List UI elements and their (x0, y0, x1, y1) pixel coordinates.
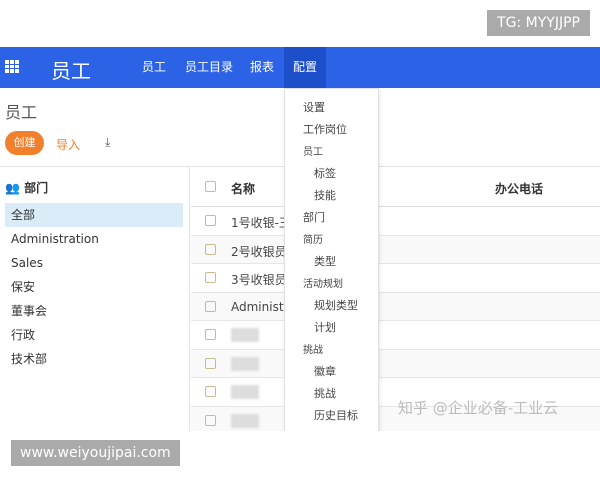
sidebar-item-all[interactable]: 全部 (5, 203, 183, 227)
row-checkbox[interactable] (205, 243, 216, 255)
employee-name (231, 413, 259, 431)
column-phone[interactable]: 办公电话 (495, 180, 543, 197)
menu-section-header: 员工 (303, 147, 323, 158)
employee-name (231, 385, 259, 402)
blurred-name (231, 328, 259, 342)
department-sidebar: 👥 部门 全部 Administration Sales 保安 董事会 行政 技… (0, 166, 190, 431)
row-checkbox[interactable] (205, 414, 216, 426)
table-header: 名称 办公电话 (191, 167, 600, 207)
table-row[interactable]: Administr (191, 292, 600, 321)
employee-table: 名称 办公电话 1号收银-王 2号收银员 3号收银员 Administr (191, 166, 600, 431)
sidebar-item-board[interactable]: 董事会 (5, 299, 183, 323)
row-checkbox[interactable] (205, 357, 216, 369)
users-icon: 👥 (5, 181, 20, 195)
nav-directory[interactable]: 员工目录 (185, 47, 233, 88)
table-row[interactable]: 1号收银-王 (191, 207, 600, 236)
blurred-name (231, 413, 259, 428)
sidebar-item-sales[interactable]: Sales (5, 251, 183, 275)
employee-name (231, 356, 259, 374)
tg-watermark: TG: MYYJJPP (487, 10, 590, 36)
sidebar-item-security[interactable]: 保安 (5, 275, 183, 299)
select-all-checkbox[interactable] (205, 181, 216, 192)
menu-item[interactable]: 挑战 (314, 385, 336, 401)
zhihu-watermark: 知乎 @企业必备-工业云 (398, 399, 559, 417)
menu-item[interactable]: 技能 (314, 187, 336, 203)
sidebar-item-administration[interactable]: Administration (5, 227, 183, 251)
employee-name: 3号收银员 (231, 273, 287, 287)
nav-reports[interactable]: 报表 (250, 47, 274, 88)
table-row[interactable]: 2号收银员 (191, 235, 600, 264)
menu-item[interactable]: 规划类型 (314, 297, 358, 313)
app-brand: 员工 (51, 59, 91, 83)
blurred-name (231, 385, 259, 399)
menu-section-header: 活动规划 (303, 279, 343, 290)
nav-employees[interactable]: 员工 (142, 47, 166, 88)
row-checkbox[interactable] (205, 300, 216, 312)
app: 员工 员工 员工目录 报表 配置 员工 创建 导入 ⤓ 👥 部门 全部 Admi… (0, 47, 600, 431)
create-button[interactable]: 创建 (5, 131, 44, 155)
import-button[interactable]: 导入 (56, 136, 80, 153)
menu-item[interactable]: 设置 (303, 99, 325, 115)
sidebar-header: 👥 部门 (5, 179, 48, 196)
row-checkbox[interactable] (205, 329, 216, 340)
employee-name: Administr (231, 299, 289, 314)
table-row[interactable] (191, 321, 600, 350)
page-title: 员工 (5, 103, 38, 122)
menu-section-header: 挑战 (303, 345, 323, 356)
sidebar-item-tech[interactable]: 技术部 (5, 347, 183, 371)
table-row[interactable]: 3号收银员 (191, 264, 600, 293)
download-icon[interactable]: ⤓ (105, 135, 110, 150)
menu-item[interactable]: 类型 (314, 253, 336, 269)
employee-name: 2号收银员 (231, 244, 287, 259)
column-name[interactable]: 名称 (231, 180, 255, 197)
menu-item[interactable]: 工作岗位 (303, 121, 347, 137)
menu-item[interactable]: 计划 (314, 319, 336, 335)
menu-section-header: 简历 (303, 235, 323, 246)
blurred-name (231, 356, 259, 371)
menu-item[interactable]: 徽章 (314, 363, 336, 379)
row-checkbox[interactable] (205, 386, 216, 397)
employee-name (231, 328, 259, 345)
row-checkbox[interactable] (205, 215, 216, 226)
menu-item[interactable]: 部门 (303, 209, 325, 225)
menu-item[interactable]: 标签 (314, 165, 336, 181)
menu-item[interactable]: 历史目标 (314, 407, 358, 423)
table-row[interactable] (191, 349, 600, 378)
row-checkbox[interactable] (205, 272, 216, 283)
sidebar-header-label: 部门 (24, 181, 49, 195)
apps-grid-icon[interactable] (5, 60, 20, 73)
sidebar-item-admin-dept[interactable]: 行政 (5, 323, 183, 347)
employee-name: 1号收银-王 (231, 216, 291, 230)
config-dropdown-menu: 设置 工作岗位 员工 标签 技能 部门 简历 类型 活动规划 规划类型 计划 挑战 徽章 挑战 历史目标 (284, 88, 379, 431)
nav-config[interactable]: 配置 (284, 47, 327, 88)
top-navbar: 员工 员工 员工目录 报表 配置 (0, 47, 600, 88)
site-watermark: www.weiyoujipai.com (11, 440, 180, 466)
